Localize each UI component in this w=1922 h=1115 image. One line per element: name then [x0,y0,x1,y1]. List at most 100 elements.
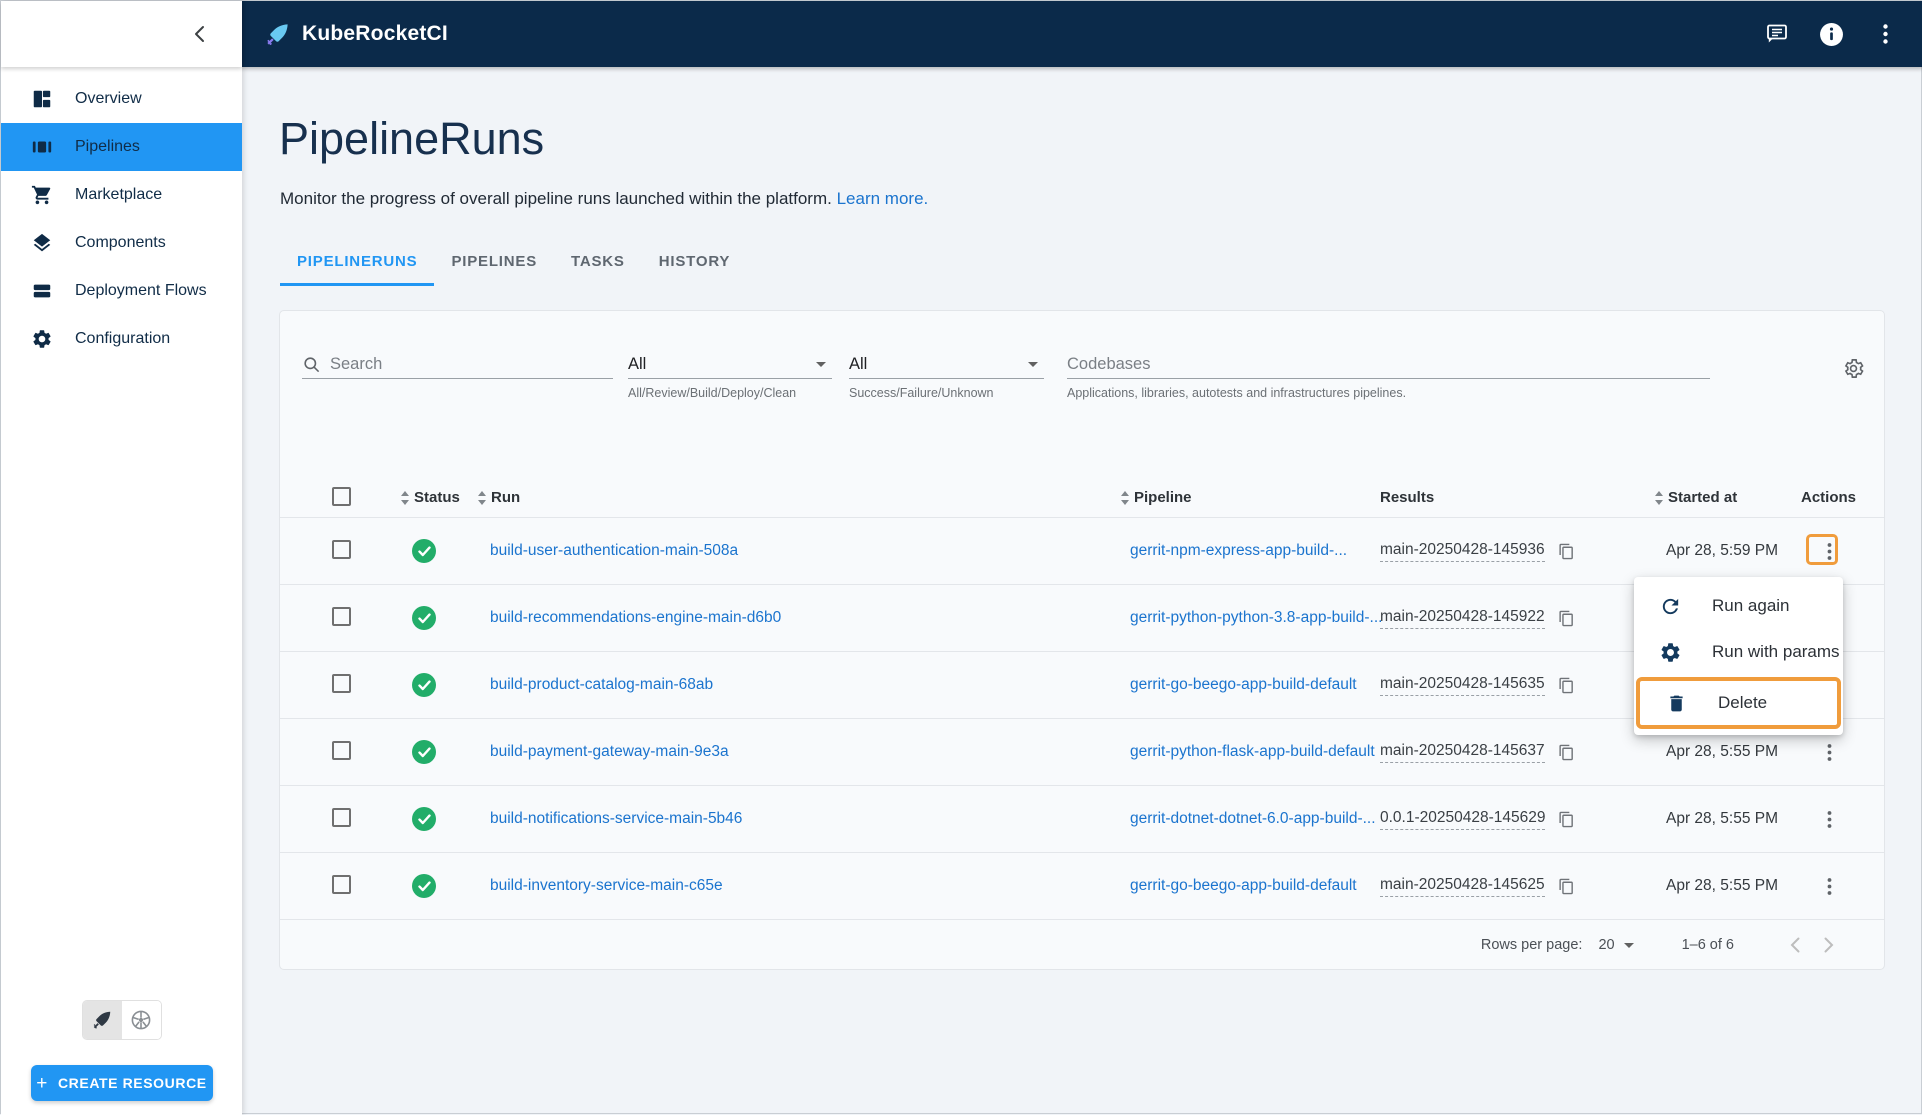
next-page-button[interactable] [1812,928,1846,962]
run-link[interactable]: build-recommendations-engine-main-d6b0 [490,609,781,626]
app-header-actions [1763,20,1899,48]
tab-history[interactable]: HISTORY [642,243,747,286]
pipeline-link[interactable]: gerrit-go-beego-app-build-default [1130,676,1357,693]
results-value[interactable]: main-20250428-145637 [1380,742,1545,763]
column-header-started-at[interactable]: Started at [1652,489,1800,506]
app-menu-button[interactable] [1871,20,1899,48]
copy-icon[interactable] [1558,811,1575,828]
sidebar-item-components[interactable]: Components [1,219,242,267]
sort-icon[interactable] [1120,490,1130,505]
sort-icon[interactable] [1654,490,1664,505]
copy-icon[interactable] [1558,543,1575,560]
sidebar-item-label: Configuration [75,330,171,347]
rows-per-page-select[interactable]: 20 [1598,937,1639,953]
view-mode-toggle [81,1000,162,1040]
sidebar-item-deployment-flows[interactable]: Deployment Flows [1,267,242,315]
row-checkbox[interactable] [332,674,351,693]
plus-icon: + [36,1072,48,1094]
run-link[interactable]: build-notifications-service-main-5b46 [490,810,742,827]
sidebar-item-overview[interactable]: Overview [1,75,242,123]
column-header-pipeline[interactable]: Pipeline [1120,489,1380,506]
sidebar-item-label: Deployment Flows [75,282,207,299]
rocket-quill-logo-icon [264,21,291,48]
column-header-status[interactable]: Status [400,489,477,506]
stacked-bars-icon [30,279,54,303]
sidebar-item-pipelines[interactable]: Pipelines [1,123,242,171]
pipeline-link[interactable]: gerrit-npm-express-app-build-... [1130,542,1347,559]
results-value[interactable]: main-20250428-145625 [1380,876,1545,897]
status-success-icon [412,673,436,697]
row-actions-button[interactable] [1814,737,1844,767]
run-link[interactable]: build-inventory-service-main-c65e [490,877,723,894]
pipeline-link[interactable]: gerrit-go-beego-app-build-default [1130,877,1357,894]
chat-bubble-icon [1765,22,1789,46]
tab-pipelines[interactable]: PIPELINES [434,243,554,286]
results-value[interactable]: main-20250428-145635 [1380,675,1545,696]
tab-tasks[interactable]: TASKS [554,243,642,286]
pipeline-link[interactable]: gerrit-python-flask-app-build-default [1130,743,1375,760]
select-all-checkbox[interactable] [332,486,351,506]
sidebar-item-configuration[interactable]: Configuration [1,315,242,363]
menu-item-label: Run with params [1712,642,1840,661]
app-logo: KubeRocketCI [264,21,448,48]
run-link[interactable]: build-user-authentication-main-508a [490,542,738,559]
copy-icon[interactable] [1558,677,1575,694]
kebab-menu-icon [1882,24,1888,44]
row-actions-menu: Run again Run with params Delete [1634,577,1843,735]
sort-icon[interactable] [477,490,487,505]
feedback-button[interactable] [1763,20,1791,48]
pipeline-link[interactable]: gerrit-dotnet-dotnet-6.0-app-build-... [1130,810,1376,827]
menu-item-delete[interactable]: Delete [1640,681,1837,725]
dropdown-arrow-icon [1028,362,1038,367]
menu-item-run-again[interactable]: Run again [1634,583,1843,629]
run-link[interactable]: build-payment-gateway-main-9e3a [490,743,729,760]
search-input[interactable] [330,355,600,374]
sort-icon[interactable] [400,490,410,505]
copy-icon[interactable] [1558,610,1575,627]
status-success-icon [412,874,436,898]
run-link[interactable]: build-product-catalog-main-68ab [490,676,713,693]
sidebar-header [1,1,242,67]
status-success-icon [412,606,436,630]
pipeline-link[interactable]: gerrit-python-python-3.8-app-build-... [1130,609,1382,626]
row-checkbox[interactable] [332,808,351,827]
sidebar-nav: Overview Pipelines Marketplace Component… [1,75,242,363]
row-actions-button[interactable] [1814,804,1844,834]
learn-more-link[interactable]: Learn more. [837,189,929,208]
kubernetes-view-button[interactable] [121,1001,161,1039]
column-header-results: Results [1380,489,1652,506]
status-select[interactable]: All Success/Failure/Unknown [849,351,1044,400]
table-settings-button[interactable] [1838,353,1868,383]
results-value[interactable]: main-20250428-145936 [1380,541,1545,562]
started-at-value: Apr 28, 5:55 PM [1666,743,1779,760]
column-header-run[interactable]: Run [477,489,1120,506]
sidebar-item-marketplace[interactable]: Marketplace [1,171,242,219]
copy-icon[interactable] [1558,878,1575,895]
previous-page-button[interactable] [1778,928,1812,962]
tab-pipelineruns[interactable]: PIPELINERUNS [280,243,435,286]
row-actions-button[interactable] [1814,536,1844,566]
row-checkbox[interactable] [332,741,351,760]
info-button[interactable] [1817,20,1845,48]
column-label: Started at [1668,489,1738,506]
results-value[interactable]: 0.0.1-20250428-145629 [1380,809,1546,830]
pipeline-type-select[interactable]: All All/Review/Build/Deploy/Clean [628,351,832,400]
kuberocketci-view-button[interactable] [82,1001,122,1039]
codebases-input[interactable] [1067,355,1710,374]
started-at-value: Apr 28, 5:55 PM [1666,877,1779,894]
row-checkbox[interactable] [332,540,351,559]
sidebar: Overview Pipelines Marketplace Component… [1,1,242,1115]
sidebar-collapse-button[interactable] [188,21,210,47]
rocket-quill-icon [91,1009,113,1031]
copy-icon[interactable] [1558,744,1575,761]
results-value[interactable]: main-20250428-145922 [1380,608,1545,629]
dashboard-icon [30,87,54,111]
gear-icon [30,327,54,351]
chevron-left-icon [1790,937,1800,953]
menu-item-run-with-params[interactable]: Run with params [1634,629,1843,675]
row-checkbox[interactable] [332,875,351,894]
row-actions-button[interactable] [1814,871,1844,901]
column-header-actions: Actions [1800,489,1884,506]
row-checkbox[interactable] [332,607,351,626]
create-resource-button[interactable]: + CREATE RESOURCE [30,1065,213,1101]
